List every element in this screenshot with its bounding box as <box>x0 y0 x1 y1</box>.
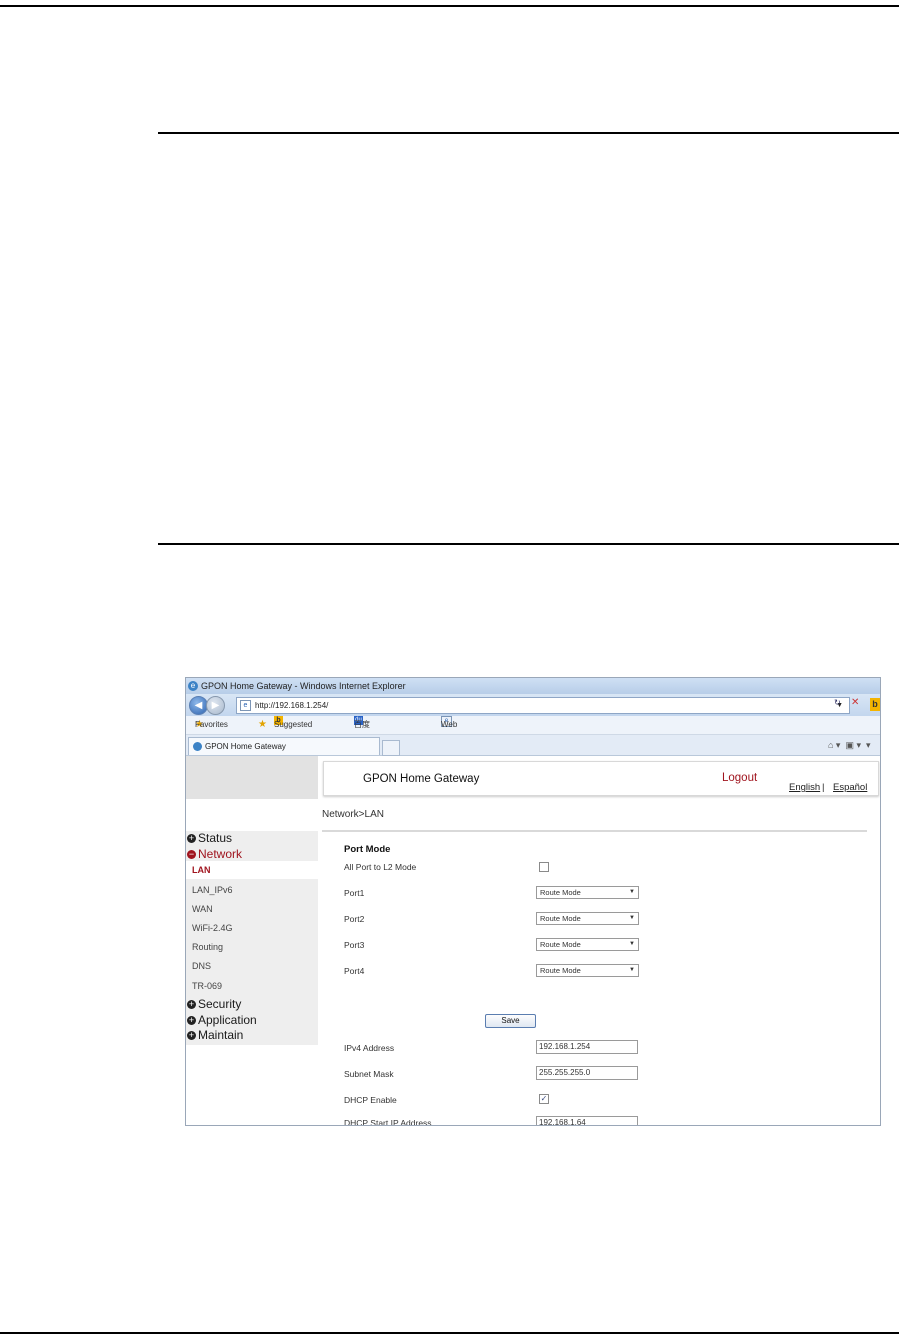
sidebar-item-network[interactable]: − Network <box>187 847 242 861</box>
address-bar: ◀ ▶ e http://192.168.1.254/ ▼ ↻ ✕ b <box>186 694 880 716</box>
ipv4-address-input[interactable]: 192.168.1.254 <box>536 1040 638 1054</box>
all-port-l2-checkbox[interactable] <box>539 862 549 872</box>
dhcp-enable-checkbox[interactable]: ✓ <box>539 1094 549 1104</box>
breadcrumb: Network>LAN <box>322 809 384 820</box>
expand-plus-icon: + <box>187 1015 196 1025</box>
stop-icon[interactable]: ✕ <box>851 697 859 708</box>
subnet-mask-input[interactable]: 255.255.255.0 <box>536 1066 638 1080</box>
favorites-label: Favorites <box>195 720 228 729</box>
tab-ie-icon <box>193 742 202 751</box>
all-port-l2-label: All Port to L2 Mode <box>344 862 417 872</box>
dhcp-start-ip-input[interactable]: 192.168.1.64 <box>536 1116 638 1125</box>
bing-search-icon[interactable]: b <box>870 698 880 711</box>
gateway-page: GPON Home Gateway Logout English | Españ… <box>186 756 880 1125</box>
port1-label: Port1 <box>344 888 365 898</box>
dropdown-arrow-icon: ▼ <box>629 915 635 921</box>
lang-spanish-link[interactable]: Español <box>833 782 867 793</box>
page-bottom-rule <box>0 1332 899 1334</box>
sidebar-item-wan[interactable]: WAN <box>192 904 213 914</box>
favorites-bar: ★ Favorites ★ b Suggested Sites ▾ du 百度一… <box>186 716 880 801</box>
dropdown-arrow-icon: ▼ <box>629 967 635 973</box>
page-header: GPON Home Gateway Logout English | Españ… <box>323 761 879 796</box>
collapse-minus-icon: − <box>187 849 196 859</box>
port-mode-heading: Port Mode <box>344 844 391 855</box>
sidebar-item-routing[interactable]: Routing <box>192 942 223 952</box>
sidebar-item-application[interactable]: + Application <box>187 1013 257 1027</box>
section-top-rule <box>158 132 899 134</box>
url-text: http://192.168.1.254/ <box>255 701 329 710</box>
port1-mode-select[interactable]: Route Mode ▼ <box>536 886 639 899</box>
page-top-rule <box>0 5 899 7</box>
port3-mode-select[interactable]: Route Mode ▼ <box>536 938 639 951</box>
sidebar-item-security[interactable]: + Security <box>187 997 241 1011</box>
new-tab-button[interactable] <box>382 740 400 756</box>
port3-label: Port3 <box>344 940 365 950</box>
port4-label: Port4 <box>344 966 365 976</box>
lang-english-link[interactable]: English <box>789 782 820 793</box>
browser-screenshot: e GPON Home Gateway - Windows Internet Ex… <box>185 677 881 1126</box>
sidebar-top-panel <box>186 756 318 799</box>
sidebar-item-lan[interactable]: LAN <box>186 861 319 879</box>
port2-mode-select[interactable]: Route Mode ▼ <box>536 912 639 925</box>
sidebar-item-maintain[interactable]: + Maintain <box>187 1028 243 1042</box>
dhcp-enable-label: DHCP Enable <box>344 1095 397 1105</box>
sidebar-item-wifi[interactable]: WiFi-2.4G <box>192 923 233 933</box>
brand-title: GPON Home Gateway <box>363 773 480 785</box>
expand-plus-icon: + <box>187 1030 196 1040</box>
dropdown-arrow-icon: ▼ <box>629 941 635 947</box>
breadcrumb-divider <box>322 830 867 832</box>
tab-gpon-home-gateway[interactable]: GPON Home Gateway <box>188 737 380 755</box>
dropdown-arrow-icon: ▼ <box>629 889 635 895</box>
port4-mode-select[interactable]: Route Mode ▼ <box>536 964 639 977</box>
lang-separator: | <box>822 782 825 793</box>
refresh-icon[interactable]: ↻ <box>834 698 841 707</box>
sidebar-item-dns[interactable]: DNS <box>192 961 211 971</box>
window-title-bar: e GPON Home Gateway - Windows Internet Ex… <box>186 678 880 694</box>
logout-link[interactable]: Logout <box>722 772 757 784</box>
subnet-mask-label: Subnet Mask <box>344 1069 394 1079</box>
tab-bar: GPON Home Gateway ⌂ ▾ ▣ ▾ ▾ <box>186 735 880 756</box>
expand-plus-icon: + <box>187 833 196 843</box>
sidebar-item-status[interactable]: + Status <box>187 831 232 845</box>
ipv4-address-label: IPv4 Address <box>344 1043 395 1053</box>
url-field[interactable]: e http://192.168.1.254/ ▼ <box>236 697 850 714</box>
forward-button[interactable]: ▶ <box>206 696 225 715</box>
window-title: GPON Home Gateway - Windows Internet Exp… <box>201 681 406 691</box>
ie-logo-icon: e <box>188 681 198 691</box>
save-button[interactable]: Save <box>485 1014 536 1028</box>
sidebar-item-tr069[interactable]: TR-069 <box>192 981 222 991</box>
toolbar-icons[interactable]: ⌂ ▾ ▣ ▾ ▾ <box>828 737 871 754</box>
expand-plus-icon: + <box>187 999 196 1009</box>
section-bottom-rule <box>158 543 899 545</box>
page-icon: e <box>240 700 251 711</box>
sidebar: + Status − Network LAN LAN_IPv6 WAN WiFi-2… <box>186 831 319 1045</box>
dhcp-start-ip-label: DHCP Start IP Address <box>344 1118 432 1126</box>
sidebar-item-lan-ipv6[interactable]: LAN_IPv6 <box>192 885 233 895</box>
port2-label: Port2 <box>344 914 365 924</box>
